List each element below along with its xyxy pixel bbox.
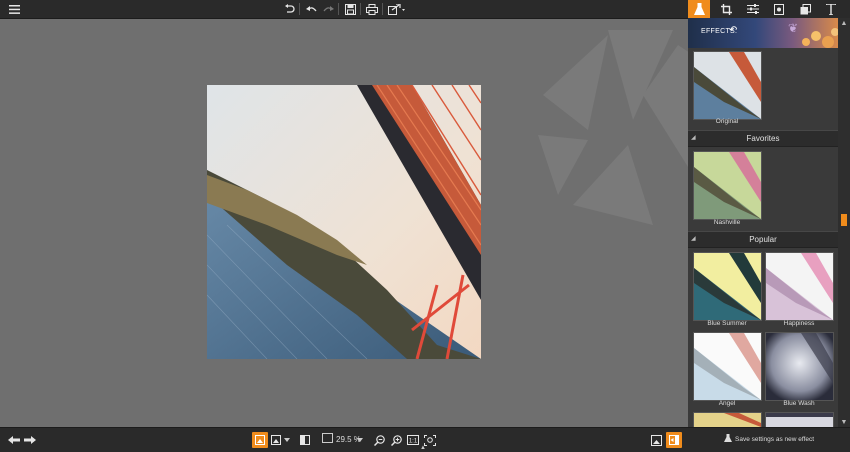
effect-label-happiness: Happiness (783, 320, 815, 327)
redo-button[interactable] (320, 1, 336, 17)
view-mode-dropdown-icon[interactable] (283, 432, 291, 448)
effect-thumb-partial[interactable] (765, 412, 834, 427)
print-icon[interactable] (364, 1, 380, 17)
fit-icon (322, 433, 333, 443)
effect-thumb-original[interactable] (693, 51, 762, 120)
svg-text:1:1: 1:1 (409, 439, 418, 445)
butterfly-icon: ❦ (788, 21, 799, 35)
effect-label-nashville: Nashville (713, 219, 741, 226)
effect-label-original: Original (715, 118, 739, 125)
save-effect-icon (724, 434, 732, 442)
tab-frames[interactable] (794, 0, 816, 18)
image-canvas[interactable] (0, 19, 688, 427)
tab-crop[interactable] (715, 0, 737, 18)
tab-retouch[interactable] (768, 0, 790, 18)
panel-footer: Save settings as new effect (688, 427, 850, 452)
export-icon[interactable] (387, 1, 407, 17)
panel-scrollbar[interactable]: ▲ ▼ (838, 18, 850, 427)
scroll-down-icon[interactable]: ▼ (838, 417, 850, 427)
compare-view-button[interactable] (268, 432, 284, 448)
panel-tabs (688, 0, 850, 18)
scroll-thumb[interactable] (841, 214, 847, 226)
section-popular[interactable]: ◢ Popular (688, 231, 838, 248)
section-favorites-title: Favorites (746, 134, 780, 143)
zoom-dropdown-icon[interactable] (356, 432, 364, 448)
effect-thumb-nashville[interactable] (693, 151, 762, 220)
save-icon[interactable] (342, 1, 358, 17)
effect-thumb-angel[interactable] (693, 332, 762, 401)
main-toolbar (0, 0, 688, 19)
menu-icon[interactable] (6, 1, 22, 17)
effect-label-blue-wash: Blue Wash (783, 400, 815, 407)
previous-image-icon[interactable] (6, 432, 22, 448)
next-image-icon[interactable] (22, 432, 38, 448)
effect-thumb-partial[interactable] (693, 412, 762, 427)
save-effect-label: Save settings as new effect (735, 436, 815, 443)
effects-banner: EFFECTS: ↶ ❦ (688, 18, 838, 48)
section-popular-title: Popular (749, 235, 777, 244)
scroll-up-icon[interactable]: ▲ (838, 18, 850, 28)
effects-panel: EFFECTS: ↶ ❦ Original ◢ Favorites Nashvi… (688, 0, 850, 452)
section-favorites[interactable]: ◢ Favorites (688, 130, 838, 147)
collapse-triangle-icon: ◢ (691, 236, 696, 242)
main-photo[interactable] (207, 85, 481, 359)
effect-thumb-blue-wash[interactable] (765, 332, 834, 401)
collapse-triangle-icon: ◢ (691, 135, 696, 141)
tab-effects[interactable] (688, 0, 710, 18)
tab-text[interactable] (820, 0, 842, 18)
tab-adjust[interactable] (742, 0, 764, 18)
effect-label-angel: Angel (718, 400, 736, 407)
effect-label-blue-summer: Blue Summer (707, 320, 747, 327)
split-view-button[interactable] (297, 432, 313, 448)
effect-thumb-happiness[interactable] (765, 252, 834, 321)
collapse-caret-icon[interactable]: ▲ (420, 445, 426, 451)
flowers-decoration-icon (802, 28, 838, 48)
save-as-effect-button[interactable]: Save settings as new effect (724, 434, 814, 443)
undo-button[interactable] (303, 1, 319, 17)
toggle-panel-button[interactable] (666, 432, 682, 448)
single-view-button[interactable] (252, 432, 268, 448)
aperture-watermark-icon (538, 30, 688, 225)
effect-thumb-blue-summer[interactable] (693, 252, 762, 321)
status-bar: 29.5 % 1:1 (0, 427, 688, 452)
actual-size-icon[interactable]: 1:1 (405, 432, 421, 448)
reset-effects-icon[interactable]: ↶ (729, 25, 737, 36)
rotate-back-button[interactable] (281, 1, 297, 17)
fullscreen-icon[interactable] (648, 432, 664, 448)
zoom-out-icon[interactable] (371, 432, 387, 448)
zoom-in-icon[interactable] (388, 432, 404, 448)
